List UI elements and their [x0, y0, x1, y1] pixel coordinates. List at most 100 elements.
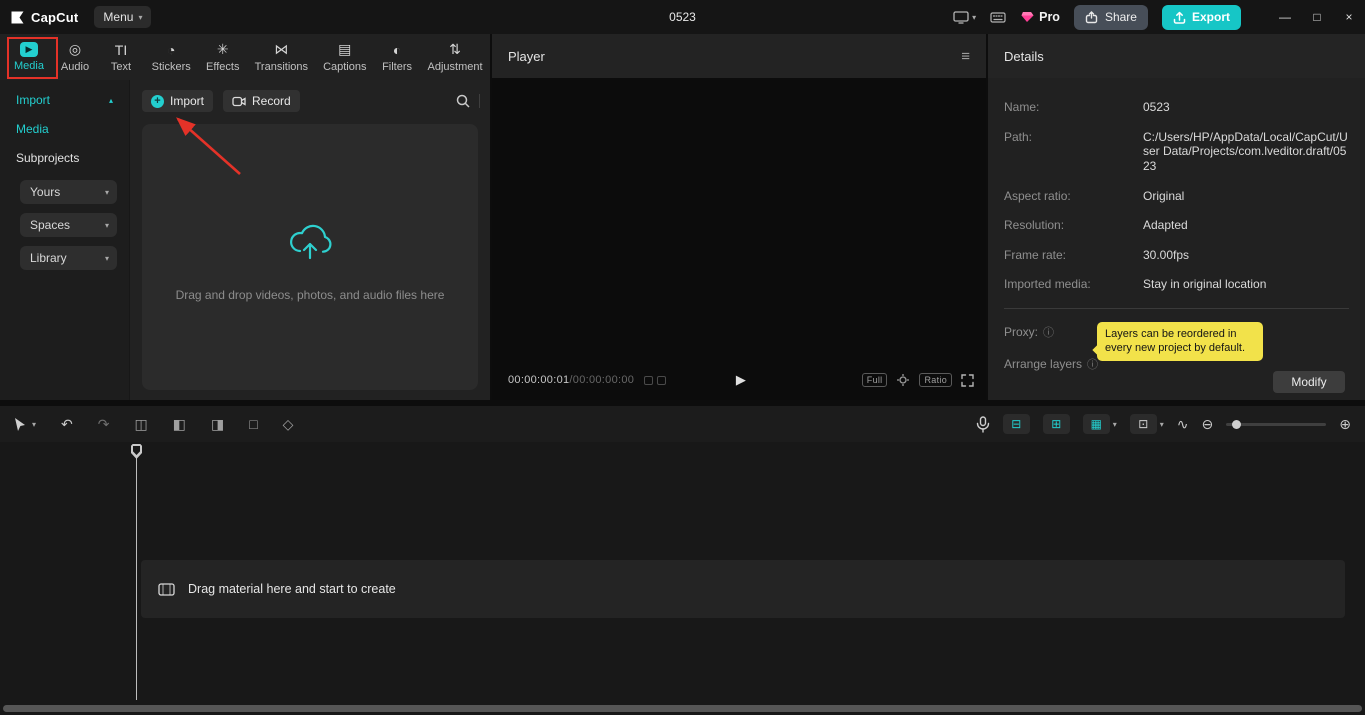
tab-adjustment[interactable]: ⇅ Adjustment — [420, 34, 490, 80]
split-button[interactable]: ◫ — [134, 416, 147, 433]
track-height-button[interactable]: ⊡ ▾ — [1130, 414, 1164, 434]
chevron-down-icon: ▾ — [1113, 420, 1117, 429]
record-label: Record — [252, 94, 291, 108]
chevron-down-icon: ▾ — [32, 420, 36, 429]
camera-icon — [232, 96, 246, 107]
tab-effects[interactable]: ✳ Effects — [198, 34, 247, 80]
tab-filters[interactable]: ◐ Filters — [374, 34, 420, 80]
pro-diamond-icon — [1020, 11, 1034, 23]
display-mode-button[interactable]: ▾ — [953, 11, 976, 24]
player-title: Player — [508, 49, 545, 64]
redo-button[interactable]: ↷ — [98, 416, 110, 433]
transitions-tab-icon: ⋈ — [274, 42, 288, 58]
chevron-down-icon: ▾ — [105, 254, 109, 263]
tab-stickers[interactable]: ◔ Stickers — [144, 34, 198, 80]
titlebar: CapCut Menu ▾ 0523 ▾ Pro Share Export — … — [0, 0, 1365, 34]
time-display-icons[interactable] — [644, 376, 666, 385]
delete-left-button[interactable]: ◧ — [173, 416, 186, 433]
mask-button[interactable]: ◇ — [283, 416, 294, 433]
zoom-in-button[interactable]: ⊕ — [1339, 416, 1351, 433]
full-quality-button[interactable]: Full — [862, 373, 888, 387]
chevron-down-icon: ▾ — [138, 13, 142, 22]
effects-tab-icon: ✳ — [217, 42, 229, 58]
monitor-icon — [953, 11, 969, 24]
timeline[interactable]: Drag material here and start to create — [0, 442, 1365, 715]
export-label: Export — [1192, 10, 1230, 24]
maximize-button[interactable]: □ — [1301, 0, 1333, 34]
main-track-placeholder[interactable]: Drag material here and start to create — [141, 560, 1345, 618]
export-button[interactable]: Export — [1162, 5, 1241, 30]
sidebar-item-media[interactable]: Media — [0, 107, 129, 136]
menu-button[interactable]: Menu ▾ — [94, 6, 151, 28]
annotation-highlight-box — [7, 37, 58, 79]
focus-icon[interactable] — [896, 373, 910, 387]
detail-row-frame-rate: Frame rate: 30.00fps — [1004, 248, 1349, 263]
chevron-up-icon: ▴ — [109, 96, 113, 105]
media-panel: + Import Record Drag and drop videos, ph… — [130, 80, 490, 400]
menu-label: Menu — [103, 10, 133, 24]
pro-label: Pro — [1039, 10, 1060, 24]
player-header: Player ≡ — [492, 34, 986, 78]
dropzone-hint: Drag and drop videos, photos, and audio … — [176, 288, 445, 302]
details-panel: Details Name: 0523 Path: C:/Users/HP/App… — [988, 34, 1365, 400]
linkage-toggle[interactable]: ⊞ — [1043, 414, 1070, 434]
sidebar-item-subprojects[interactable]: Subprojects — [0, 136, 129, 165]
titlebar-right: ▾ Pro Share Export — □ × — [953, 0, 1365, 34]
details-header: Details — [988, 34, 1365, 78]
select-tool-button[interactable]: ▾ — [14, 417, 36, 432]
chevron-down-icon: ▾ — [1160, 420, 1164, 429]
info-icon[interactable]: ⓘ — [1087, 356, 1098, 372]
record-button[interactable]: Record — [223, 90, 300, 112]
horizontal-scrollbar[interactable] — [3, 705, 1362, 712]
captions-tab-icon: ▤ — [338, 42, 351, 58]
share-label: Share — [1105, 10, 1137, 24]
play-button[interactable]: ▶ — [736, 372, 746, 388]
arrange-layers-tooltip: Layers can be reordered in every new pro… — [1097, 322, 1263, 361]
detail-row-imported-media: Imported media: Stay in original locatio… — [1004, 277, 1349, 292]
delete-button[interactable]: □ — [249, 416, 257, 432]
tab-text[interactable]: TI Text — [98, 34, 144, 80]
tab-transitions[interactable]: ⋈ Transitions — [247, 34, 315, 80]
export-icon — [1173, 11, 1186, 24]
tab-audio[interactable]: ◎ Audio — [52, 34, 98, 80]
sidebar-dropdown-library[interactable]: Library ▾ — [20, 246, 117, 270]
time-total: 00:00:00:00 — [573, 374, 634, 386]
import-button[interactable]: + Import — [142, 90, 213, 112]
timeline-zoom-slider[interactable] — [1226, 423, 1326, 426]
detail-row-aspect-ratio: Aspect ratio: Original — [1004, 189, 1349, 204]
keyboard-icon — [990, 12, 1006, 23]
sidebar-dropdown-spaces[interactable]: Spaces ▾ — [20, 213, 117, 237]
modify-button[interactable]: Modify — [1273, 371, 1345, 393]
sidebar-section-import[interactable]: Import ▴ — [0, 80, 129, 107]
playhead-handle[interactable] — [131, 444, 142, 459]
player-menu-icon[interactable]: ≡ — [961, 48, 970, 65]
undo-button[interactable]: ↶ — [61, 416, 73, 433]
minimize-button[interactable]: — — [1269, 0, 1301, 34]
delete-right-button[interactable]: ◨ — [211, 416, 224, 433]
player-panel: Player ≡ 00:00:00:01 / 00:00:00:00 ▶ Ful… — [492, 34, 986, 400]
zoom-out-button[interactable]: ⊖ — [1202, 416, 1214, 433]
ratio-button[interactable]: Ratio — [919, 373, 952, 387]
window-controls: — □ × — [1269, 0, 1365, 34]
time-current: 00:00:00:01 — [508, 374, 569, 386]
capcut-logo-icon — [10, 10, 25, 25]
main-track-magnet-toggle[interactable]: ⊟ — [1003, 414, 1030, 434]
import-label: Import — [170, 94, 204, 108]
share-icon — [1085, 11, 1099, 24]
record-voiceover-button[interactable] — [976, 416, 990, 433]
preview-axis-toggle[interactable]: ▦ ▾ — [1083, 414, 1117, 434]
media-dropzone[interactable]: Drag and drop videos, photos, and audio … — [142, 124, 478, 390]
info-icon[interactable]: ⓘ — [1043, 324, 1054, 340]
tab-captions[interactable]: ▤ Captions — [315, 34, 374, 80]
sidebar-dropdown-yours[interactable]: Yours ▾ — [20, 180, 117, 204]
fullscreen-icon[interactable] — [961, 374, 974, 387]
shortcuts-button[interactable] — [990, 12, 1006, 23]
close-button[interactable]: × — [1333, 0, 1365, 34]
search-icon[interactable] — [456, 94, 470, 108]
zoom-slider-thumb[interactable] — [1232, 420, 1241, 429]
playhead-line — [136, 446, 137, 700]
keyframe-graph-button[interactable]: ∿ — [1177, 416, 1189, 433]
pro-badge[interactable]: Pro — [1020, 10, 1060, 24]
player-controls: 00:00:00:01 / 00:00:00:00 ▶ Full Ratio — [508, 368, 974, 392]
share-button[interactable]: Share — [1074, 5, 1148, 30]
